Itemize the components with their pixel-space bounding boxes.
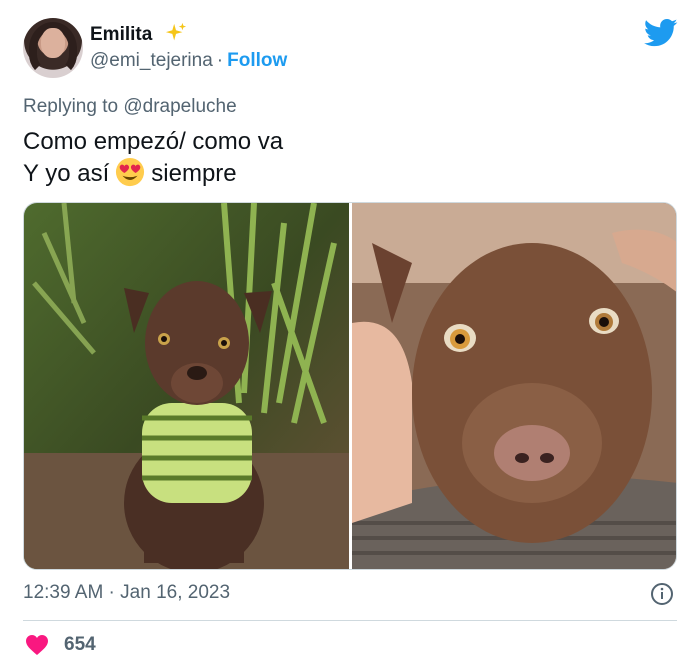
heart-eyes-emoji-icon xyxy=(116,157,145,187)
adult-dog-photo[interactable] xyxy=(352,203,676,569)
tweet-line-2: Y yo así siempre xyxy=(23,157,283,189)
tweet-card: Emilita @emi_tejerina · Follow Replying to… xyxy=(0,0,700,672)
divider xyxy=(23,620,677,621)
info-icon[interactable] xyxy=(650,582,674,606)
user-handle[interactable]: @emi_tejerina xyxy=(90,50,213,71)
tweet-text: Como empezó/ como va Y yo así siempre xyxy=(23,126,283,189)
handle-row: @emi_tejerina · Follow xyxy=(90,50,287,72)
separator-dot: · xyxy=(216,50,224,71)
tweet-line-2-start: Y yo así xyxy=(23,160,110,187)
twitter-bird-icon[interactable] xyxy=(644,18,678,48)
sparkles-icon xyxy=(165,22,187,49)
replying-to: Replying to @drapeluche xyxy=(23,96,237,118)
tweet-timestamp[interactable]: 12:39 AM · Jan 16, 2023 xyxy=(23,582,230,604)
reply-mention-link[interactable]: @drapeluche xyxy=(123,96,236,117)
media-grid[interactable] xyxy=(23,202,677,570)
like-count[interactable]: 654 xyxy=(64,634,96,656)
tweet-line-2-end: siempre xyxy=(151,160,237,187)
puppy-photo[interactable] xyxy=(24,203,349,569)
avatar[interactable] xyxy=(23,18,83,78)
tweet-line-1: Como empezó/ como va xyxy=(23,128,284,155)
follow-button[interactable]: Follow xyxy=(227,50,287,71)
heart-icon[interactable] xyxy=(25,634,49,656)
replying-prefix: Replying to xyxy=(23,96,119,117)
display-name[interactable]: Emilita xyxy=(90,24,152,46)
